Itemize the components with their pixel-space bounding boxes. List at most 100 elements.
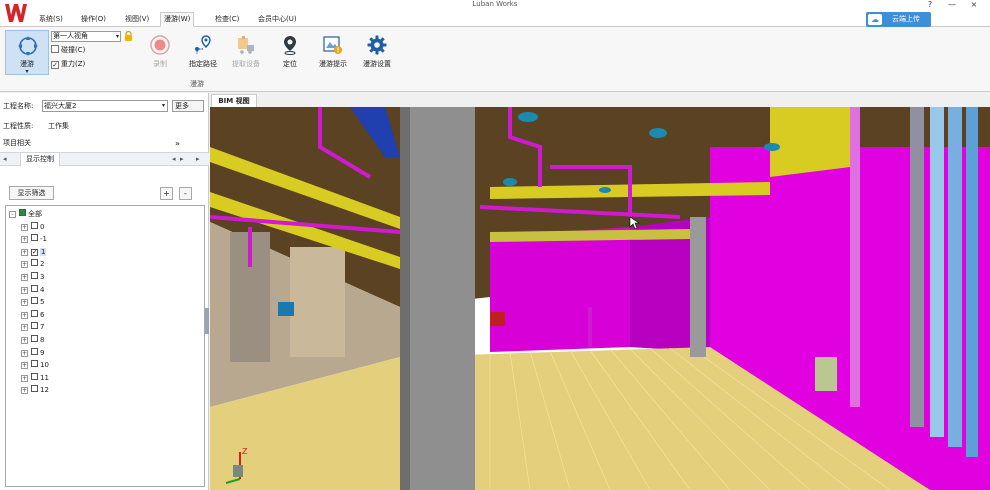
tree-item-label: 10 [40, 361, 49, 370]
tree-item-floor[interactable]: +6 [21, 309, 44, 321]
tree-checkbox[interactable] [31, 347, 38, 355]
chevron-down-icon: ▾ [25, 68, 29, 75]
tree-checkbox[interactable] [31, 385, 38, 393]
bim-scene: Z [210, 107, 990, 490]
tree-item-floor[interactable]: +0 [21, 221, 44, 233]
expand-icon[interactable]: + [21, 274, 28, 281]
menu-system[interactable]: 系统(S) [36, 14, 66, 25]
tree-checkbox[interactable] [31, 259, 38, 267]
more-button[interactable]: 更多 [172, 100, 204, 112]
tab-bim-view[interactable]: BIM 视图 [211, 94, 257, 107]
project-related-header[interactable]: 项目相关 [3, 138, 31, 149]
tree-root-all[interactable]: - 全部 [9, 208, 42, 220]
menu-bar: 系统(S) 操作(O) 视图(V) 漫游(W) 检查(C) 会员中心(U) [0, 12, 990, 27]
menu-member-center[interactable]: 会员中心(U) [255, 14, 300, 25]
column-right [690, 217, 706, 357]
roam-mode-button[interactable]: 漫游 ▾ [5, 30, 49, 75]
expand-icon[interactable]: + [21, 387, 28, 395]
expand-icon[interactable]: + [21, 374, 28, 382]
tree-checkbox[interactable] [31, 272, 38, 279]
cloud-upload-button[interactable]: ☁ 云端上传 [866, 12, 931, 27]
gravity-checkbox-row[interactable]: ✓ 重力(Z) [51, 59, 85, 69]
path-icon [195, 35, 211, 54]
menu-roam[interactable]: 漫游(W) [160, 12, 195, 27]
project-type-value: 工作集 [48, 122, 69, 130]
expand-icon[interactable]: + [21, 337, 28, 344]
roam-settings-button[interactable]: 漫游设置 [355, 35, 399, 73]
tree-checkbox[interactable]: ✓ [31, 248, 38, 256]
tree-checkbox[interactable] [31, 309, 38, 317]
tree-checkbox[interactable] [31, 284, 38, 292]
tree-checkbox[interactable] [31, 360, 38, 368]
locate-icon [284, 36, 296, 55]
project-name-select[interactable]: 福兴大厦2 ▾ [42, 100, 168, 112]
gravity-checkbox[interactable]: ✓ [51, 61, 59, 69]
panel-splitter[interactable] [205, 308, 209, 334]
tree-item-floor[interactable]: +3 [21, 271, 44, 283]
tree-item-floor[interactable]: +4 [21, 284, 44, 296]
expand-icon[interactable]: + [21, 248, 28, 256]
tree-item-label: 5 [40, 298, 45, 307]
column-edge [400, 107, 410, 490]
tree-checkbox[interactable] [19, 209, 26, 216]
expand-icon[interactable]: + [21, 236, 28, 244]
tree-item-floor[interactable]: + ✓ 1 [21, 246, 47, 258]
tab-scroll-first-icon[interactable]: ◂ [3, 153, 7, 165]
tree-item-floor[interactable]: +12 [21, 384, 49, 396]
tree-item-floor[interactable]: +11 [21, 372, 49, 384]
gear-icon [367, 35, 387, 55]
expand-icon[interactable]: + [21, 311, 28, 319]
menu-operate[interactable]: 操作(O) [78, 14, 109, 25]
expand-icon[interactable]: + [21, 324, 28, 332]
tree-item-floor[interactable]: + -1 [21, 233, 47, 245]
view-mode-select[interactable]: 第一人视角 ▾ [51, 31, 121, 42]
tree-checkbox[interactable] [31, 221, 38, 229]
tree-item-floor[interactable]: +2 [21, 258, 44, 270]
expand-icon[interactable]: + [21, 299, 28, 307]
display-filter-button[interactable]: 显示筛选 [9, 186, 54, 200]
expand-chevron-icon[interactable]: » [175, 138, 180, 149]
tab-scroll-last-icon[interactable]: ▸ [196, 153, 200, 165]
tree-checkbox[interactable] [31, 297, 38, 305]
tree-checkbox[interactable] [31, 322, 38, 330]
lock-icon[interactable] [124, 31, 133, 41]
tree-item-floor[interactable]: +5 [21, 296, 44, 308]
expand-icon[interactable]: + [21, 362, 28, 370]
window-title: Luban Works [472, 0, 518, 8]
tree-item-label: 3 [40, 273, 45, 281]
tree-item-floor[interactable]: +10 [21, 359, 49, 371]
tree-checkbox[interactable] [31, 372, 38, 380]
menu-view[interactable]: 视图(V) [122, 14, 152, 25]
help-icon[interactable]: ? [920, 0, 940, 10]
magenta-wall-far [490, 227, 630, 352]
expand-icon[interactable]: + [21, 286, 28, 294]
tree-item-label: 12 [40, 386, 49, 395]
expand-icon[interactable]: + [21, 261, 28, 269]
tree-checkbox[interactable] [31, 335, 38, 342]
tree-checkbox[interactable] [31, 234, 38, 242]
tree-item-floor[interactable]: +8 [21, 334, 44, 346]
tree-item-floor[interactable]: +7 [21, 321, 44, 333]
tree-item-label: 9 [40, 348, 45, 357]
expand-icon[interactable]: + [21, 223, 28, 231]
close-button[interactable]: × [964, 0, 984, 10]
collision-checkbox-row[interactable]: 碰撞(C) [51, 45, 85, 55]
chevron-down-icon: ▾ [161, 102, 165, 109]
tree-item-label: 1 [40, 247, 47, 256]
tab-display-control[interactable]: 显示控制 [20, 152, 60, 167]
gravity-label: 重力(Z) [61, 60, 86, 68]
expand-icon[interactable]: + [21, 349, 28, 357]
remove-button[interactable]: - [179, 187, 192, 200]
minimize-button[interactable]: — [942, 0, 962, 10]
cloud-icon: ☁ [868, 14, 882, 25]
menu-check[interactable]: 检查(C) [212, 14, 242, 25]
tree-item-floor[interactable]: +9 [21, 347, 44, 359]
collision-checkbox[interactable] [51, 45, 59, 53]
bim-3d-viewport[interactable]: Z [210, 107, 990, 490]
tab-scroll-right-icon[interactable]: ▸ [180, 153, 184, 165]
tab-scroll-left-icon[interactable]: ◂ [172, 153, 176, 165]
left-panel: 工程名称: 福兴大厦2 ▾ 更多 工程性质: 工作集 项目相关 » ◂ 显示控制… [0, 93, 209, 490]
tree-item-label: 8 [40, 336, 45, 344]
collapse-icon[interactable]: - [9, 211, 16, 218]
add-button[interactable]: + [160, 187, 173, 200]
